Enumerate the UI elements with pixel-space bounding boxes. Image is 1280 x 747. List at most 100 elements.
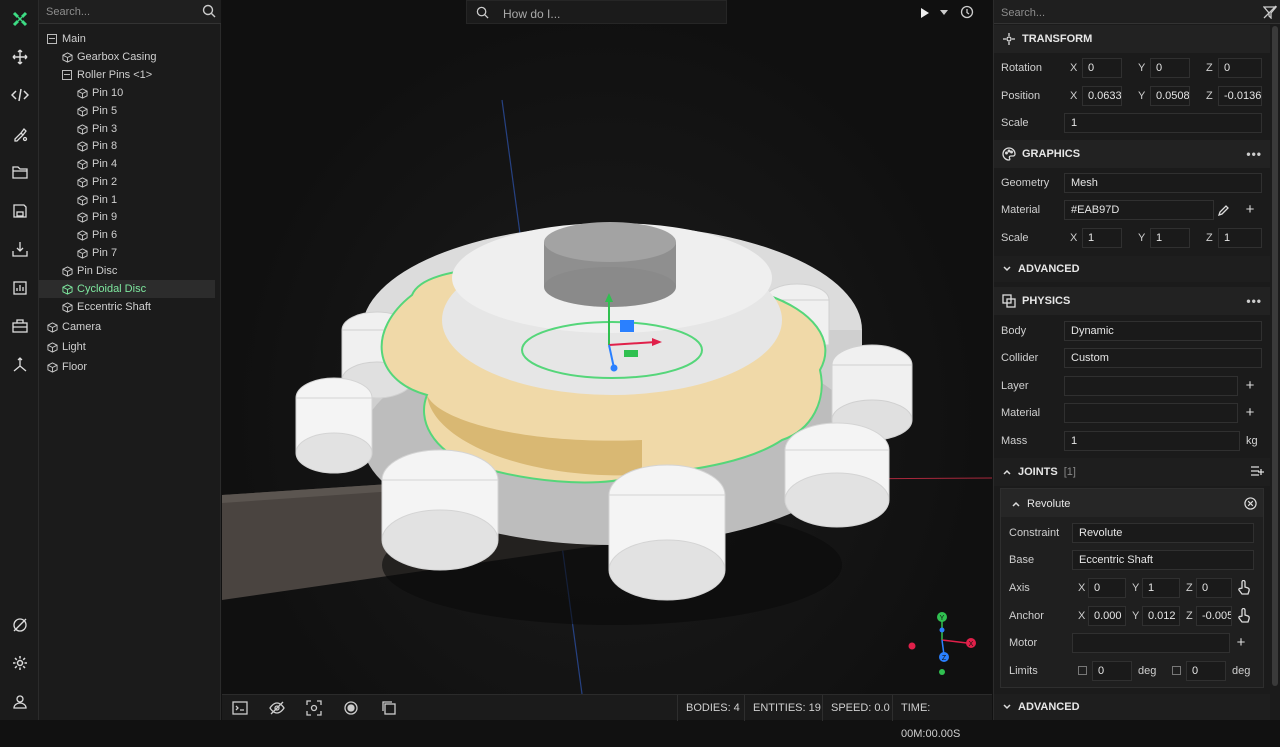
outliner-search-input[interactable]: Search... xyxy=(46,6,90,18)
more-icon[interactable]: ••• xyxy=(1246,147,1262,161)
view-gizmo-x[interactable]: X xyxy=(969,641,974,648)
rotation-x-field[interactable]: 0 xyxy=(1082,58,1122,78)
scale-field[interactable]: 1 xyxy=(1064,113,1262,133)
joints-header[interactable]: JOINTS [1] xyxy=(994,458,1270,486)
add-layer-button[interactable]: + xyxy=(1241,377,1259,395)
geometry-field[interactable]: Mesh xyxy=(1064,173,1262,193)
outliner-item[interactable]: Light xyxy=(39,338,215,356)
history-icon[interactable] xyxy=(960,5,974,19)
filter-off-icon[interactable] xyxy=(1263,5,1277,19)
position-z-field[interactable]: -0.0136 xyxy=(1218,86,1262,106)
limit-max-checkbox[interactable] xyxy=(1172,666,1181,675)
outliner-item[interactable]: Roller Pins <1> xyxy=(39,66,215,84)
copy-icon[interactable] xyxy=(381,700,397,716)
outliner-item[interactable]: Pin 1 xyxy=(39,191,215,209)
anchor-x-field[interactable]: 0.000 xyxy=(1088,606,1126,626)
outliner-search[interactable]: Search... xyxy=(39,0,221,24)
pencil-icon[interactable] xyxy=(1218,204,1230,216)
focus-icon[interactable] xyxy=(306,700,322,716)
outliner-item[interactable]: Pin 3 xyxy=(39,120,215,138)
collider-select[interactable]: Custom xyxy=(1064,348,1262,368)
code-icon[interactable] xyxy=(0,80,39,110)
outliner-item[interactable]: Pin 4 xyxy=(39,155,215,173)
move-icon[interactable] xyxy=(0,42,39,72)
joints-advanced-header[interactable]: ADVANCED xyxy=(994,694,1270,720)
list-add-icon[interactable] xyxy=(1250,465,1264,477)
body-select[interactable]: Dynamic xyxy=(1064,321,1262,341)
graphics-scale-x-field[interactable]: 1 xyxy=(1082,228,1122,248)
outliner-item[interactable]: Main xyxy=(39,30,215,48)
pick-pointer-icon[interactable] xyxy=(1237,608,1251,624)
add-motor-button[interactable]: + xyxy=(1232,634,1250,652)
outliner-item[interactable]: Cycloidal Disc xyxy=(39,280,215,298)
graphics-scale-z-field[interactable]: 1 xyxy=(1218,228,1262,248)
app-logo-icon[interactable] xyxy=(0,4,39,34)
axis-x-field[interactable]: 0 xyxy=(1088,578,1126,598)
motor-field[interactable] xyxy=(1072,633,1230,653)
position-y-field[interactable]: 0.0508 xyxy=(1150,86,1190,106)
help-search[interactable]: How do I... xyxy=(466,0,727,24)
toolbox-icon[interactable] xyxy=(0,311,39,341)
visibility-off-icon[interactable] xyxy=(269,700,285,716)
revolute-joint-header[interactable]: Revolute xyxy=(1001,489,1263,517)
close-circle-icon[interactable] xyxy=(1244,497,1257,510)
limit-min-checkbox[interactable] xyxy=(1078,666,1087,675)
graphics-scale-y-field[interactable]: 1 xyxy=(1150,228,1190,248)
outliner-item[interactable]: Pin 10 xyxy=(39,84,215,102)
graphics-advanced-header[interactable]: ADVANCED xyxy=(994,256,1270,282)
axis-z-field[interactable]: 0 xyxy=(1196,578,1232,598)
outliner-item[interactable]: Pin 9 xyxy=(39,208,215,226)
limit-min-field[interactable]: 0 xyxy=(1092,661,1132,681)
anchor-y-field[interactable]: 0.012 xyxy=(1142,606,1180,626)
play-icon[interactable] xyxy=(920,7,930,19)
add-material-button[interactable]: + xyxy=(1241,201,1259,219)
view-gizmo-z[interactable]: Z xyxy=(942,655,947,662)
rotation-y-field[interactable]: 0 xyxy=(1150,58,1190,78)
record-icon[interactable] xyxy=(343,700,359,716)
outliner-item[interactable]: Pin 2 xyxy=(39,173,215,191)
3d-viewport[interactable]: Y X Z xyxy=(222,0,992,694)
search-icon[interactable] xyxy=(202,4,216,18)
scene-render[interactable]: Y X Z xyxy=(222,0,992,694)
outliner-item[interactable]: Camera xyxy=(39,318,215,336)
outliner-item[interactable]: Pin 7 xyxy=(39,244,215,262)
physics-material-field[interactable] xyxy=(1064,403,1238,423)
help-search-input[interactable]: How do I... xyxy=(503,7,560,21)
outliner-item[interactable]: Pin 8 xyxy=(39,137,215,155)
more-icon[interactable]: ••• xyxy=(1246,294,1262,308)
outliner-item[interactable]: Eccentric Shaft xyxy=(39,298,215,316)
add-physics-material-button[interactable]: + xyxy=(1241,404,1259,422)
outliner-item[interactable]: Gearbox Casing xyxy=(39,48,215,66)
mass-field[interactable]: 1 xyxy=(1064,431,1240,451)
transform-header[interactable]: TRANSFORM xyxy=(994,25,1270,53)
pick-pointer-icon[interactable] xyxy=(1237,580,1251,596)
folder-icon[interactable] xyxy=(0,157,39,187)
limit-max-field[interactable]: 0 xyxy=(1186,661,1226,681)
settings-icon[interactable] xyxy=(0,648,39,678)
chevron-down-icon[interactable] xyxy=(940,10,948,16)
graphics-header[interactable]: GRAPHICS ••• xyxy=(994,140,1270,168)
outliner-item[interactable]: Floor xyxy=(39,358,215,376)
axis-y-field[interactable]: 1 xyxy=(1142,578,1180,598)
terminal-icon[interactable] xyxy=(232,700,248,716)
save-icon[interactable] xyxy=(0,196,39,226)
view-gizmo-y[interactable]: Y xyxy=(940,615,945,622)
inspector-search-input[interactable]: Search... xyxy=(1001,7,1045,19)
user-icon[interactable] xyxy=(0,687,39,717)
rotation-z-field[interactable]: 0 xyxy=(1218,58,1262,78)
outliner-item[interactable]: Pin Disc xyxy=(39,262,215,280)
collapse-box-icon[interactable] xyxy=(62,70,72,80)
position-x-field[interactable]: 0.0633 xyxy=(1082,86,1122,106)
material-field[interactable]: #EAB97D xyxy=(1064,200,1214,220)
anchor-z-field[interactable]: -0.005 xyxy=(1196,606,1232,626)
import-icon[interactable] xyxy=(0,234,39,264)
axes-icon[interactable] xyxy=(0,350,39,380)
base-select[interactable]: Eccentric Shaft xyxy=(1072,550,1254,570)
paint-icon[interactable] xyxy=(0,119,39,149)
layer-field[interactable] xyxy=(1064,376,1238,396)
physics-header[interactable]: PHYSICS ••• xyxy=(994,287,1270,315)
chart-icon[interactable] xyxy=(0,273,39,303)
collapse-box-icon[interactable] xyxy=(47,34,57,44)
outliner-item[interactable]: Pin 5 xyxy=(39,102,215,120)
no-physics-icon[interactable] xyxy=(0,610,39,640)
